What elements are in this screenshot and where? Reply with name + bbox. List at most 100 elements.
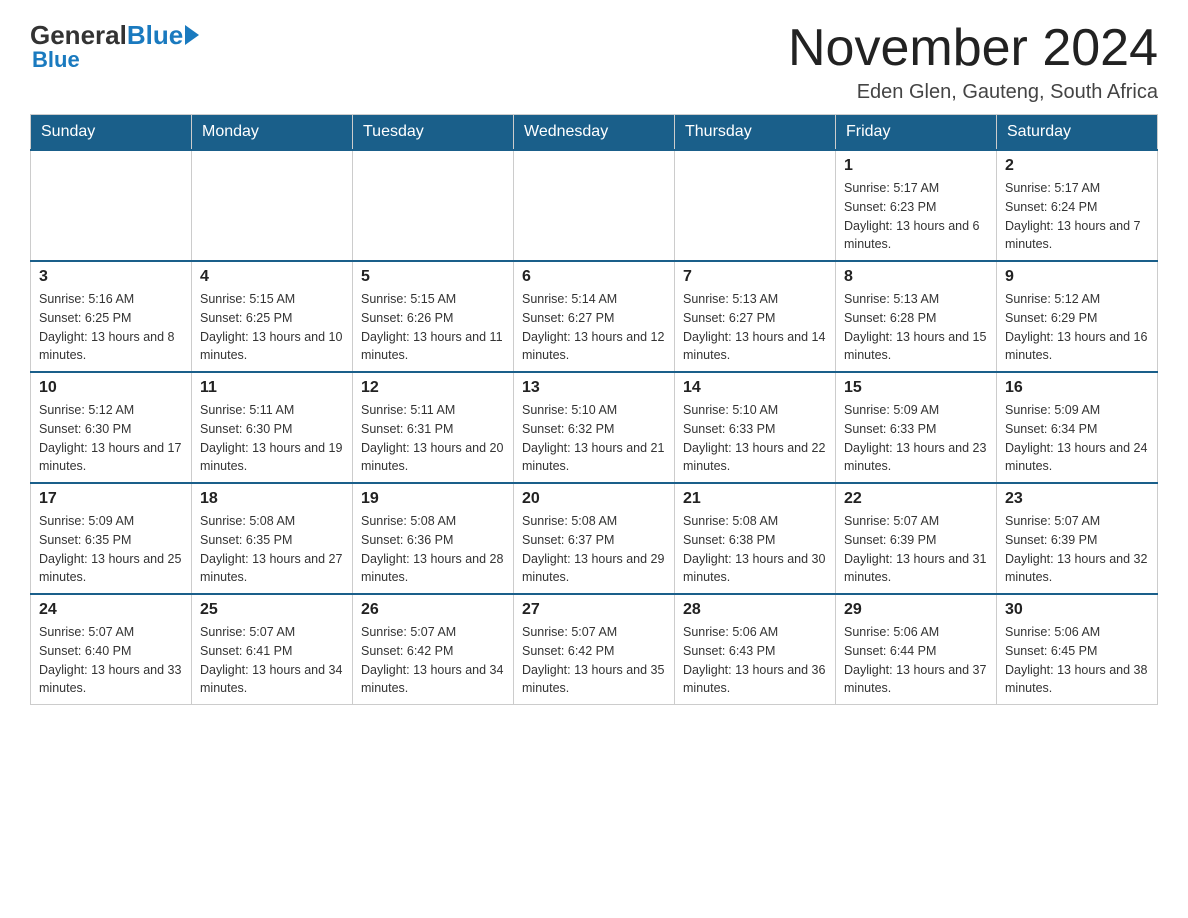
day-number: 14 [683,379,827,397]
day-cell: 29 Sunrise: 5:06 AMSunset: 6:44 PMDayligh… [836,594,997,705]
day-cell: 8 Sunrise: 5:13 AMSunset: 6:28 PMDaylight… [836,261,997,372]
day-cell: 14 Sunrise: 5:10 AMSunset: 6:33 PMDayligh… [675,372,836,483]
calendar-header-wednesday: Wednesday [514,115,675,151]
day-number: 20 [522,490,666,508]
day-info: Sunrise: 5:16 AMSunset: 6:25 PMDaylight:… [39,290,183,365]
calendar-header-thursday: Thursday [675,115,836,151]
day-number: 23 [1005,490,1149,508]
day-cell [514,150,675,261]
day-cell [353,150,514,261]
day-cell: 5 Sunrise: 5:15 AMSunset: 6:26 PMDaylight… [353,261,514,372]
day-info: Sunrise: 5:12 AMSunset: 6:29 PMDaylight:… [1005,290,1149,365]
day-number: 30 [1005,601,1149,619]
day-number: 27 [522,601,666,619]
day-cell: 26 Sunrise: 5:07 AMSunset: 6:42 PMDayligh… [353,594,514,705]
day-cell: 24Sunrise: 5:07 AMSunset: 6:40 PMDayligh… [31,594,192,705]
day-info: Sunrise: 5:07 AMSunset: 6:40 PMDaylight:… [39,623,183,698]
day-info: Sunrise: 5:13 AMSunset: 6:28 PMDaylight:… [844,290,988,365]
day-cell: 22Sunrise: 5:07 AMSunset: 6:39 PMDayligh… [836,483,997,594]
day-cell: 27 Sunrise: 5:07 AMSunset: 6:42 PMDayligh… [514,594,675,705]
calendar-header-sunday: Sunday [31,115,192,151]
day-number: 29 [844,601,988,619]
day-cell [675,150,836,261]
day-info: Sunrise: 5:17 AMSunset: 6:24 PMDaylight:… [1005,179,1149,254]
day-info: Sunrise: 5:07 AMSunset: 6:41 PMDaylight:… [200,623,344,698]
day-info: Sunrise: 5:09 AMSunset: 6:34 PMDaylight:… [1005,401,1149,476]
day-number: 10 [39,379,183,397]
day-cell: 19 Sunrise: 5:08 AMSunset: 6:36 PMDayligh… [353,483,514,594]
calendar-header-saturday: Saturday [997,115,1158,151]
day-info: Sunrise: 5:15 AMSunset: 6:25 PMDaylight:… [200,290,344,365]
day-cell: 21 Sunrise: 5:08 AMSunset: 6:38 PMDayligh… [675,483,836,594]
day-info: Sunrise: 5:08 AMSunset: 6:36 PMDaylight:… [361,512,505,587]
day-number: 1 [844,157,988,175]
week-row-3: 10Sunrise: 5:12 AMSunset: 6:30 PMDayligh… [31,372,1158,483]
day-number: 2 [1005,157,1149,175]
week-row-1: 1 Sunrise: 5:17 AMSunset: 6:23 PMDaylight… [31,150,1158,261]
day-info: Sunrise: 5:17 AMSunset: 6:23 PMDaylight:… [844,179,988,254]
main-title: November 2024 [788,20,1158,77]
header: General Blue Blue November 2024 Eden Gle… [30,20,1158,104]
day-info: Sunrise: 5:10 AMSunset: 6:32 PMDaylight:… [522,401,666,476]
day-info: Sunrise: 5:06 AMSunset: 6:45 PMDaylight:… [1005,623,1149,698]
day-number: 6 [522,268,666,286]
day-cell: 1 Sunrise: 5:17 AMSunset: 6:23 PMDaylight… [836,150,997,261]
day-number: 28 [683,601,827,619]
day-cell: 18Sunrise: 5:08 AMSunset: 6:35 PMDayligh… [192,483,353,594]
day-info: Sunrise: 5:11 AMSunset: 6:31 PMDaylight:… [361,401,505,476]
week-row-4: 17 Sunrise: 5:09 AMSunset: 6:35 PMDayligh… [31,483,1158,594]
day-number: 5 [361,268,505,286]
day-number: 9 [1005,268,1149,286]
day-cell: 2 Sunrise: 5:17 AMSunset: 6:24 PMDaylight… [997,150,1158,261]
day-cell: 20Sunrise: 5:08 AMSunset: 6:37 PMDayligh… [514,483,675,594]
day-number: 22 [844,490,988,508]
day-number: 3 [39,268,183,286]
day-number: 25 [200,601,344,619]
day-cell: 10Sunrise: 5:12 AMSunset: 6:30 PMDayligh… [31,372,192,483]
day-number: 11 [200,379,344,397]
day-info: Sunrise: 5:13 AMSunset: 6:27 PMDaylight:… [683,290,827,365]
logo-arrow-icon [185,25,199,45]
day-cell [31,150,192,261]
logo-blue-text: Blue [127,20,183,51]
title-area: November 2024 Eden Glen, Gauteng, South … [788,20,1158,104]
day-info: Sunrise: 5:07 AMSunset: 6:42 PMDaylight:… [522,623,666,698]
day-info: Sunrise: 5:08 AMSunset: 6:38 PMDaylight:… [683,512,827,587]
day-cell: 17 Sunrise: 5:09 AMSunset: 6:35 PMDayligh… [31,483,192,594]
day-info: Sunrise: 5:06 AMSunset: 6:44 PMDaylight:… [844,623,988,698]
day-cell: 3 Sunrise: 5:16 AMSunset: 6:25 PMDaylight… [31,261,192,372]
day-number: 12 [361,379,505,397]
day-number: 18 [200,490,344,508]
day-info: Sunrise: 5:06 AMSunset: 6:43 PMDaylight:… [683,623,827,698]
day-cell: 16 Sunrise: 5:09 AMSunset: 6:34 PMDayligh… [997,372,1158,483]
day-cell: 6 Sunrise: 5:14 AMSunset: 6:27 PMDaylight… [514,261,675,372]
calendar-header-monday: Monday [192,115,353,151]
day-cell: 4Sunrise: 5:15 AMSunset: 6:25 PMDaylight… [192,261,353,372]
week-row-5: 24Sunrise: 5:07 AMSunset: 6:40 PMDayligh… [31,594,1158,705]
day-number: 26 [361,601,505,619]
day-info: Sunrise: 5:09 AMSunset: 6:35 PMDaylight:… [39,512,183,587]
day-cell: 12 Sunrise: 5:11 AMSunset: 6:31 PMDayligh… [353,372,514,483]
day-cell: 30 Sunrise: 5:06 AMSunset: 6:45 PMDayligh… [997,594,1158,705]
week-row-2: 3 Sunrise: 5:16 AMSunset: 6:25 PMDaylight… [31,261,1158,372]
day-cell: 28 Sunrise: 5:06 AMSunset: 6:43 PMDayligh… [675,594,836,705]
day-info: Sunrise: 5:07 AMSunset: 6:39 PMDaylight:… [1005,512,1149,587]
day-number: 7 [683,268,827,286]
day-cell: 13Sunrise: 5:10 AMSunset: 6:32 PMDayligh… [514,372,675,483]
day-cell: 15Sunrise: 5:09 AMSunset: 6:33 PMDayligh… [836,372,997,483]
day-info: Sunrise: 5:07 AMSunset: 6:42 PMDaylight:… [361,623,505,698]
day-info: Sunrise: 5:10 AMSunset: 6:33 PMDaylight:… [683,401,827,476]
day-number: 16 [1005,379,1149,397]
day-number: 19 [361,490,505,508]
calendar-header-friday: Friday [836,115,997,151]
day-info: Sunrise: 5:14 AMSunset: 6:27 PMDaylight:… [522,290,666,365]
day-number: 8 [844,268,988,286]
calendar-header-tuesday: Tuesday [353,115,514,151]
calendar-table: SundayMondayTuesdayWednesdayThursdayFrid… [30,114,1158,705]
day-cell: 23 Sunrise: 5:07 AMSunset: 6:39 PMDayligh… [997,483,1158,594]
day-cell: 25 Sunrise: 5:07 AMSunset: 6:41 PMDayligh… [192,594,353,705]
day-number: 21 [683,490,827,508]
day-info: Sunrise: 5:15 AMSunset: 6:26 PMDaylight:… [361,290,505,365]
logo-sub: Blue [32,47,80,73]
day-number: 17 [39,490,183,508]
